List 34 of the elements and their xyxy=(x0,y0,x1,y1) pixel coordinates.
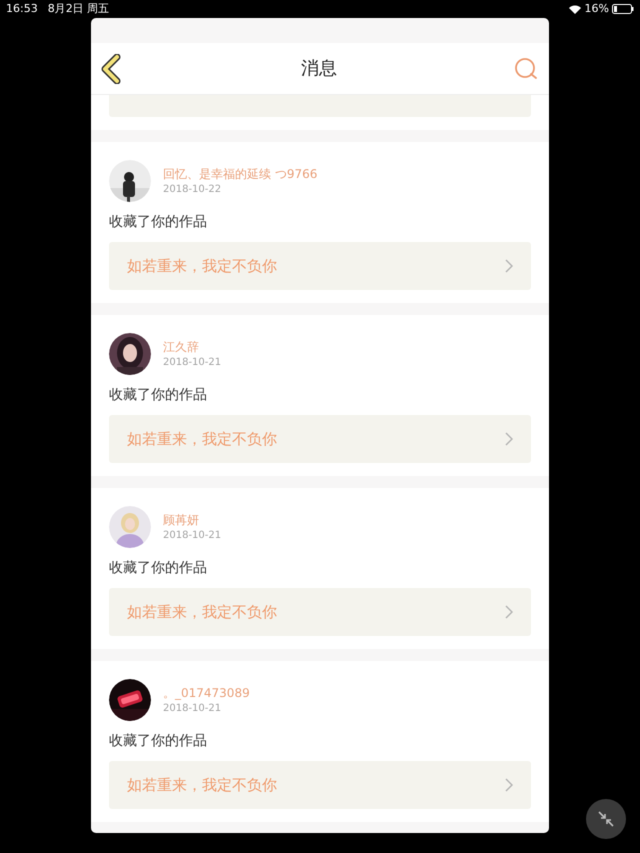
action-text: 收藏了你的作品 xyxy=(109,559,208,578)
message-date: 2018-10-22 xyxy=(163,182,222,196)
work-link-box[interactable]: 如若重来，我定不负你 xyxy=(109,761,531,809)
wifi-icon xyxy=(568,4,581,14)
chevron-right-icon xyxy=(505,605,513,619)
back-chevron-icon xyxy=(101,54,123,84)
message-date: 2018-10-21 xyxy=(163,528,222,542)
work-title: 如若重来，我定不负你 xyxy=(127,774,278,796)
chevron-right-icon xyxy=(505,778,513,792)
message-date: 2018-10-21 xyxy=(163,702,222,714)
user-name[interactable]: 。_017473089 xyxy=(163,686,250,700)
collapse-arrows-icon xyxy=(597,810,615,828)
action-text: 收藏了你的作品 xyxy=(109,386,208,405)
battery-percent: 16% xyxy=(584,0,609,17)
status-time: 16:53 xyxy=(6,0,38,17)
search-icon xyxy=(514,56,538,80)
battery-icon xyxy=(612,4,634,14)
user-name[interactable]: 回忆、是幸福的延续 つ9766 xyxy=(163,166,318,182)
collapse-button[interactable] xyxy=(586,799,626,839)
chevron-right-icon xyxy=(505,432,513,446)
work-link-box[interactable]: 如若重来，我定不负你 xyxy=(109,588,531,636)
work-link-box[interactable]: 如若重来，我定不负你 xyxy=(109,242,531,290)
message-date: 2018-10-21 xyxy=(163,356,222,368)
work-title: 如若重来，我定不负你 xyxy=(127,428,278,450)
user-name[interactable]: 顾苒妍 xyxy=(163,512,199,528)
work-title: 如若重来，我定不负你 xyxy=(127,256,278,277)
status-date: 8月2日 周五 xyxy=(48,0,110,17)
action-text: 收藏了你的作品 xyxy=(109,732,208,751)
chevron-right-icon xyxy=(505,259,513,273)
action-text: 收藏了你的作品 xyxy=(109,213,208,232)
work-link-box[interactable]: 如若重来，我定不负你 xyxy=(109,415,531,463)
page-title: 消息 xyxy=(301,57,337,81)
work-title: 如若重来，我定不负你 xyxy=(127,602,278,623)
user-name[interactable]: 江久辞 xyxy=(163,340,199,354)
